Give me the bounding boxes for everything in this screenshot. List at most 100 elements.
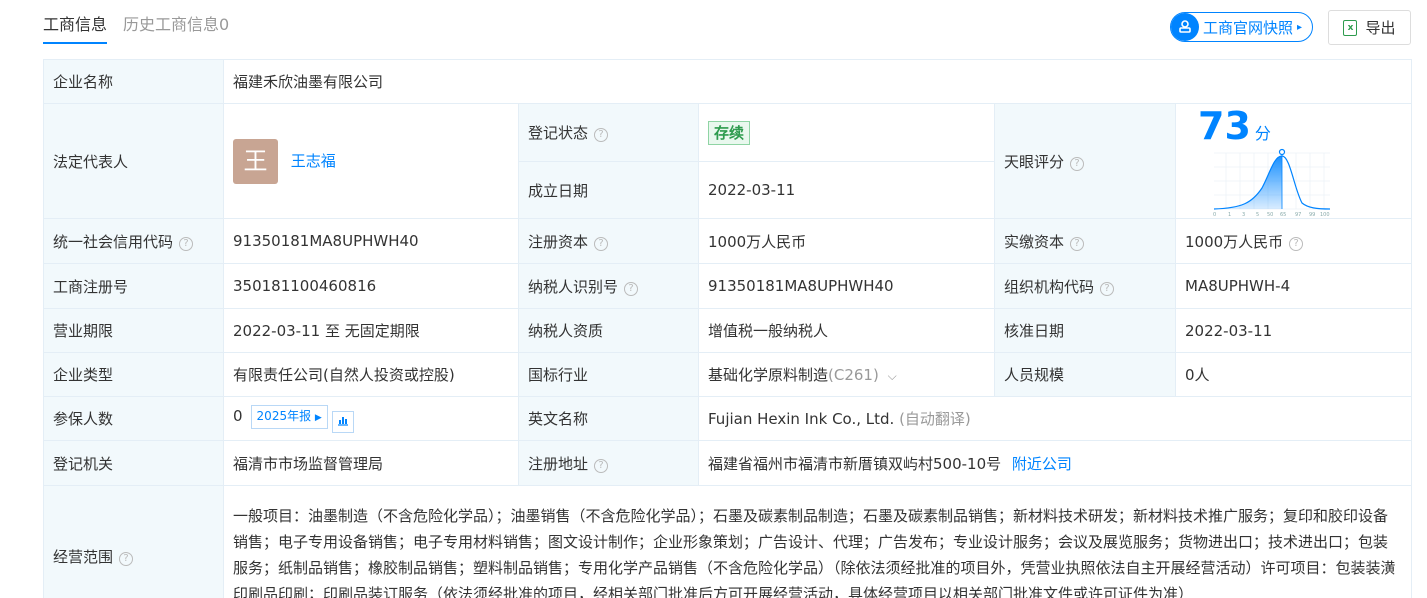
biz-term-key: 营业期限 — [43, 308, 224, 353]
axis-tick: 100 — [1320, 212, 1330, 218]
taxpayer-qual-value: 增值税一般纳税人 — [698, 308, 995, 353]
score-unit: 分 — [1254, 124, 1271, 143]
annual-report-label: 2025年报 — [256, 408, 312, 423]
reg-address-value: 福建省福州市福清市新厝镇双屿村500-10号 — [708, 454, 1002, 473]
biz-scope-label: 经营范围 — [53, 547, 114, 566]
excel-icon: x — [1343, 19, 1358, 36]
insured-key: 参保人数 — [43, 396, 224, 441]
tab-business-info[interactable]: 工商信息 — [43, 0, 108, 44]
help-icon[interactable]: ? — [594, 458, 609, 473]
tianyan-score-label: 天眼评分 — [1004, 152, 1065, 171]
industry-cell[interactable]: 基础化学原料制造(C261) ⌵ — [698, 352, 995, 397]
score-distribution-chart: 0 1 3 5 50 65 97 99 100 — [1213, 148, 1331, 218]
axis-tick: 50 — [1267, 212, 1273, 218]
reg-authority-key: 登记机关 — [43, 440, 224, 486]
stamp-icon — [1171, 13, 1199, 41]
staff-size-value: 0人 — [1174, 352, 1413, 397]
legal-rep-cell: 王 王志福 — [223, 103, 519, 219]
paid-capital-label: 实缴资本 — [1004, 232, 1065, 251]
company-type-value: 有限责任公司(自然人投资或控股) — [223, 352, 519, 397]
taxpayer-id-key: 纳税人识别号? — [518, 263, 699, 309]
axis-tick: 0 — [1213, 212, 1216, 218]
official-snapshot-button[interactable]: 工商官网快照 ▸ — [1170, 12, 1313, 42]
tianyan-score-cell[interactable]: 73 分 0 1 3 5 50 65 97 99 100 — [1174, 103, 1413, 219]
axis-tick: 3 — [1242, 212, 1245, 218]
help-icon[interactable]: ? — [1070, 156, 1085, 171]
reg-status-key: 登记状态? — [518, 102, 699, 163]
biz-scope-value: 一般项目：油墨制造（不含危险化学品）；油墨销售（不含危险化学品）；石墨及碳素制品… — [222, 485, 1413, 598]
tab-bar: 工商信息 历史工商信息0 — [43, 0, 245, 44]
taxpayer-id-label: 纳税人识别号 — [528, 277, 619, 296]
industry-value: 基础化学原料制造 — [708, 366, 829, 384]
help-icon[interactable]: ? — [1289, 236, 1304, 251]
tianyan-score-key: 天眼评分? — [994, 103, 1176, 219]
business-info-table: 企业名称 福建禾欣油墨有限公司 法定代表人 王 王志福 登记状态? 存续 天眼评… — [43, 59, 1413, 598]
help-icon[interactable]: ? — [179, 236, 194, 251]
legal-rep-link[interactable]: 王志福 — [291, 152, 336, 170]
taxpayer-qual-key: 纳税人资质 — [518, 308, 699, 353]
approval-date-key: 核准日期 — [994, 308, 1176, 353]
avatar: 王 — [233, 138, 278, 184]
staff-size-key: 人员规模 — [994, 352, 1176, 397]
reg-address-key: 注册地址? — [518, 440, 699, 486]
caret-right-icon: ▸ — [1297, 21, 1303, 33]
score-value: 73 — [1198, 104, 1251, 148]
help-icon[interactable]: ? — [624, 281, 639, 296]
credit-code-key: 统一社会信用代码? — [43, 218, 224, 264]
org-code-label: 组织机构代码 — [1004, 277, 1095, 296]
insured-cell: 0 2025年报 ▶ — [223, 396, 519, 441]
paid-capital-value: 1000万人民币 — [1185, 232, 1284, 251]
chevron-down-icon[interactable]: ⌵ — [888, 369, 897, 383]
insured-value: 0 — [233, 406, 243, 425]
annual-report-badge[interactable]: 2025年报 ▶ — [250, 404, 328, 429]
credit-code-label: 统一社会信用代码 — [53, 232, 174, 251]
org-code-key: 组织机构代码? — [994, 263, 1176, 309]
help-icon[interactable]: ? — [119, 551, 134, 566]
english-name-value: Fujian Hexin Ink Co., Ltd. — [708, 410, 895, 428]
snapshot-label: 工商官网快照 — [1203, 18, 1294, 37]
paid-capital-key: 实缴资本? — [994, 218, 1176, 264]
reg-status-cell: 存续 — [698, 102, 995, 163]
trend-chart-icon[interactable] — [331, 410, 354, 433]
reg-capital-value: 1000万人民币 — [698, 218, 995, 264]
paid-capital-cell: 1000万人民币? — [1174, 218, 1413, 264]
approval-date-value: 2022-03-11 — [1174, 308, 1413, 353]
taxpayer-id-value: 91350181MA8UPHWH40 — [698, 263, 995, 309]
reg-authority-value: 福清市市场监督管理局 — [223, 440, 519, 486]
est-date-value: 2022-03-11 — [698, 161, 995, 219]
help-icon[interactable]: ? — [1070, 236, 1085, 251]
company-name-key: 企业名称 — [43, 59, 224, 104]
english-name-cell: Fujian Hexin Ink Co., Ltd. (自动翻译) — [697, 396, 1413, 441]
industry-code: (C261) — [828, 366, 879, 384]
biz-term-value: 2022-03-11 至 无固定期限 — [223, 308, 519, 353]
company-name-value: 福建禾欣油墨有限公司 — [222, 59, 1413, 104]
export-button[interactable]: x 导出 — [1328, 10, 1411, 45]
reg-address-cell: 福建省福州市福清市新厝镇双屿村500-10号 附近公司 — [697, 440, 1413, 486]
legal-rep-key: 法定代表人 — [43, 103, 224, 219]
help-icon[interactable]: ? — [594, 128, 609, 143]
help-icon[interactable]: ? — [1100, 281, 1115, 296]
english-name-key: 英文名称 — [518, 396, 699, 441]
reg-capital-label: 注册资本 — [528, 232, 589, 251]
axis-tick: 97 — [1295, 212, 1301, 218]
status-badge: 存续 — [708, 120, 751, 145]
caret-right-icon: ▶ — [314, 412, 322, 423]
axis-tick: 1 — [1228, 212, 1231, 218]
company-type-key: 企业类型 — [43, 352, 224, 397]
biz-reg-no-value: 350181100460816 — [223, 263, 519, 309]
est-date-key: 成立日期 — [518, 161, 699, 219]
reg-status-label: 登记状态 — [528, 124, 589, 143]
export-label: 导出 — [1365, 19, 1396, 37]
help-icon[interactable]: ? — [594, 236, 609, 251]
credit-code-value: 91350181MA8UPHWH40 — [223, 218, 519, 264]
auto-translate-note: (自动翻译) — [899, 410, 971, 428]
axis-tick: 99 — [1309, 212, 1315, 218]
tab-history-business-info[interactable]: 历史工商信息0 — [123, 0, 229, 44]
org-code-value: MA8UPHWH-4 — [1174, 263, 1413, 309]
reg-address-label: 注册地址 — [528, 454, 589, 473]
nearby-companies-link[interactable]: 附近公司 — [1012, 455, 1072, 473]
axis-tick: 65 — [1280, 212, 1286, 218]
axis-tick: 5 — [1256, 212, 1259, 218]
biz-reg-no-key: 工商注册号 — [43, 263, 224, 309]
industry-key: 国标行业 — [518, 352, 699, 397]
